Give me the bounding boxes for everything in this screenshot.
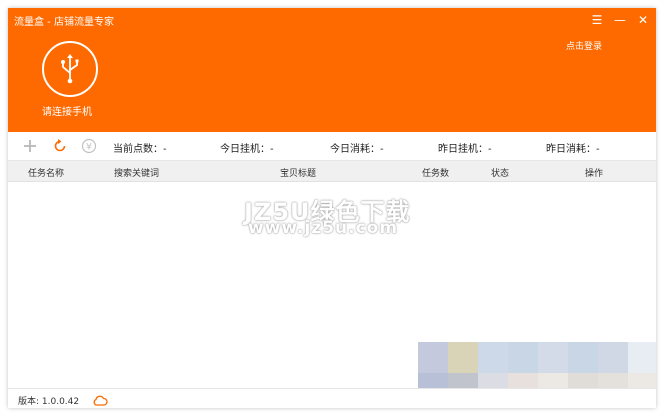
stat-today-consumed: 今日消耗：- <box>330 144 384 155</box>
version-label: 版本: 1.0.0.42 <box>18 397 80 407</box>
svg-text:¥: ¥ <box>86 143 92 153</box>
add-icon[interactable] <box>22 138 38 154</box>
mosaic-tile <box>538 342 568 373</box>
mosaic-tile <box>628 342 656 373</box>
mosaic-tile <box>448 342 478 373</box>
mosaic-tile <box>568 342 598 373</box>
close-icon[interactable]: ✕ <box>634 11 652 29</box>
mosaic-tile <box>418 342 448 373</box>
col-task-name: 任务名称 <box>28 169 65 179</box>
stat-yesterday-online: 昨日挂机：- <box>438 144 492 155</box>
minimize-icon[interactable]: — <box>611 11 629 29</box>
stat-today-online: 今日挂机：- <box>220 144 274 155</box>
table-header: 任务名称 搜索关键词 宝贝标题 任务数 状态 操作 <box>8 161 656 182</box>
app-window: 流量盒 - 店铺流量专家 ☰ — ✕ 点击登录 请连接手机 ¥ 当前点数：- 今… <box>8 8 656 408</box>
connect-phone-label: 请连接手机 <box>42 107 92 118</box>
yen-icon[interactable]: ¥ <box>81 138 97 154</box>
col-task-count: 任务数 <box>422 169 450 179</box>
status-bar: 版本: 1.0.0.42 <box>8 388 656 408</box>
mosaic-tile <box>598 342 628 373</box>
cloud-icon <box>92 392 108 408</box>
usb-icon <box>42 41 98 97</box>
header: 流量盒 - 店铺流量专家 ☰ — ✕ 点击登录 请连接手机 <box>8 8 656 132</box>
mosaic-tile <box>478 342 508 373</box>
col-actions: 操作 <box>585 169 604 179</box>
stat-yesterday-consumed: 昨日消耗：- <box>546 144 600 155</box>
col-keyword: 搜索关键词 <box>114 169 160 179</box>
login-link[interactable]: 点击登录 <box>566 39 602 52</box>
app-title: 流量盒 - 店铺流量专家 <box>14 17 114 28</box>
stat-current-points: 当前点数：- <box>113 144 167 155</box>
watermark-url: www.jz5u.com <box>248 218 399 238</box>
menu-icon[interactable]: ☰ <box>588 11 606 29</box>
mosaic-tile <box>508 342 538 373</box>
col-status: 状态 <box>491 169 510 179</box>
refresh-icon[interactable] <box>52 138 68 154</box>
col-item-title: 宝贝标题 <box>280 169 317 179</box>
toolbar: ¥ 当前点数：- 今日挂机：- 今日消耗：- 昨日挂机：- 昨日消耗：- <box>8 132 656 161</box>
